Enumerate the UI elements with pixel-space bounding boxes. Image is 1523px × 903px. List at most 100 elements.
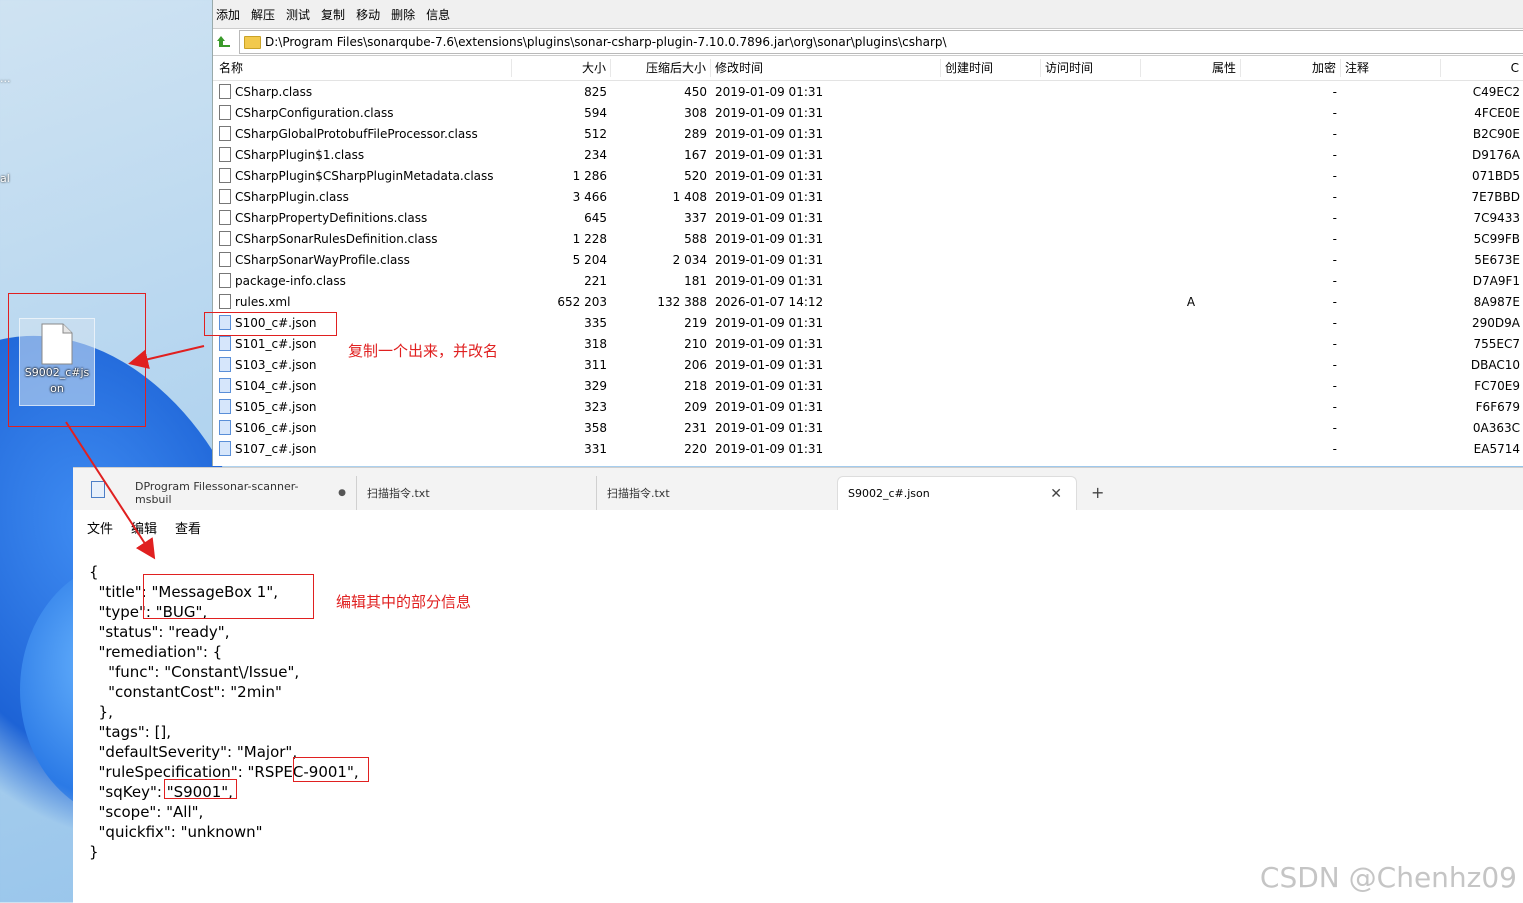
table-row[interactable]: CSharpSonarWayProfile.class 5 204 2 034 201…: [213, 249, 1523, 270]
cell-name: S107_c#.json: [213, 441, 512, 456]
toolbar-info-button[interactable]: 信息: [426, 6, 450, 28]
file-name: S106_c#.json: [235, 420, 317, 435]
toolbar-test-button[interactable]: 测试: [286, 6, 310, 28]
col-modified[interactable]: 修改时间: [711, 59, 941, 77]
table-row[interactable]: CSharpConfiguration.class 594 308 2019-01-0…: [213, 102, 1523, 123]
cell-name: CSharpSonarRulesDefinition.class: [213, 231, 512, 246]
cell-crc: 8A987E: [1473, 294, 1520, 309]
tab-scan-commands-2[interactable]: 扫描指令.txt: [597, 476, 837, 510]
file-icon: [219, 168, 231, 183]
table-row[interactable]: S105_c#.json 323 209 2019-01-09 01:31 - F6F67…: [213, 396, 1523, 417]
cell-packed-size: 2 034: [672, 252, 707, 267]
table-row[interactable]: S100_c#.json 335 219 2019-01-09 01:31-290D9…: [213, 312, 1523, 333]
cell-modified: 2019-01-09 01:31: [715, 252, 824, 267]
cell-crc: 5E673E: [1474, 252, 1520, 267]
file-list: CSharp.class 825 450 2019-01-09 01:31 - C49EC…: [213, 81, 1523, 459]
up-folder-icon[interactable]: [213, 31, 235, 53]
path-field[interactable]: D:\Program Files\sonarqube-7.6\extension…: [239, 30, 1523, 54]
cell-size: 1 286: [572, 168, 607, 183]
table-row[interactable]: CSharp.class 825 450 2019-01-09 01:31 - C49EC…: [213, 81, 1523, 102]
cell-crc: FC70E9: [1474, 378, 1520, 393]
toolbar-extract-button[interactable]: 解压: [251, 6, 275, 28]
col-size[interactable]: 大小: [512, 59, 611, 77]
cell-encrypted: -: [1332, 441, 1337, 456]
file-name: S105_c#.json: [235, 399, 317, 414]
annotation-box-rspec: [293, 757, 369, 782]
cell-modified: 2026-01-07 14:12: [715, 294, 824, 309]
col-attributes[interactable]: 属性: [1141, 59, 1241, 77]
file-name: CSharpPlugin$CSharpPluginMetadata.class: [235, 168, 494, 183]
cell-encrypted: -: [1332, 147, 1337, 162]
cell-name: CSharp.class: [213, 84, 512, 99]
col-name[interactable]: 名称: [213, 59, 512, 77]
cell-crc: 071BD5: [1471, 168, 1520, 183]
notepad-window: DProgram Filessonar-scanner-msbuil ● 扫描指…: [73, 467, 1523, 903]
table-row[interactable]: CSharpGlobalProtobufFileProcessor.class 5…: [213, 123, 1523, 144]
cell-size: 825: [584, 84, 607, 99]
cell-modified: 2019-01-09 01:31: [715, 378, 824, 393]
table-row[interactable]: package-info.class 221 181 2019-01-09 01:31…: [213, 270, 1523, 291]
file-icon: [219, 294, 231, 309]
file-icon: [219, 147, 231, 162]
tab-scan-commands-1[interactable]: 扫描指令.txt: [357, 476, 597, 510]
menu-file[interactable]: 文件: [87, 518, 113, 537]
col-packed-size[interactable]: 压缩后大小: [611, 59, 711, 77]
file-name: S103_c#.json: [235, 357, 317, 372]
column-headers: 名称 大小 压缩后大小 修改时间 创建时间 访问时间 属性 加密 注释 C: [213, 56, 1523, 81]
cell-modified: 2019-01-09 01:31: [715, 399, 824, 414]
col-encrypted[interactable]: 加密: [1241, 59, 1341, 77]
cell-attributes: A: [1186, 294, 1196, 309]
cell-modified: 2019-01-09 01:31: [715, 147, 824, 162]
cell-modified: 2019-01-09 01:31: [715, 84, 824, 99]
table-row[interactable]: rules.xml 652 203 132 388 2026-01-07 14:12 A…: [213, 291, 1523, 312]
table-row[interactable]: CSharpPlugin$1.class 234 167 2019-01-09 01:…: [213, 144, 1523, 165]
table-row[interactable]: S107_c#.json 331 220 2019-01-09 01:31 - EA571…: [213, 438, 1523, 459]
close-tab-icon[interactable]: ✕: [1050, 486, 1062, 502]
toolbar-copy-button[interactable]: 复制: [321, 6, 345, 28]
table-row[interactable]: S106_c#.json 358 231 2019-01-09 01:31 - 0A363…: [213, 417, 1523, 438]
col-crc[interactable]: C: [1441, 59, 1523, 77]
table-row[interactable]: CSharpPropertyDefinitions.class 645 337 201…: [213, 207, 1523, 228]
toolbar-delete-button[interactable]: 删除: [391, 6, 415, 28]
file-icon: [219, 357, 231, 372]
cell-crc: C49EC2: [1472, 84, 1520, 99]
file-icon: [219, 273, 231, 288]
tab-s9002-json[interactable]: S9002_c#.json ✕: [837, 476, 1077, 510]
annotation-box-s100: [204, 312, 337, 336]
table-row[interactable]: S104_c#.json 329 218 2019-01-09 01:31 - FC70E…: [213, 375, 1523, 396]
cell-encrypted: -: [1332, 126, 1337, 141]
cell-encrypted: -: [1332, 189, 1337, 204]
table-row[interactable]: CSharpPlugin.class 3 466 1 408 2019-01-09 0…: [213, 186, 1523, 207]
col-comment[interactable]: 注释: [1341, 59, 1441, 77]
cell-crc: 7E7BBD: [1471, 189, 1520, 204]
cell-modified: 2019-01-09 01:31: [715, 420, 824, 435]
file-icon: [219, 420, 231, 435]
file-icon: [219, 84, 231, 99]
col-accessed[interactable]: 访问时间: [1041, 59, 1141, 77]
toolbar-add-button[interactable]: 添加: [216, 6, 240, 28]
file-name: CSharp.class: [235, 84, 313, 99]
tab-scanner-path[interactable]: DProgram Filessonar-scanner-msbuil ●: [125, 476, 357, 510]
tab-label: 扫描指令.txt: [367, 487, 430, 500]
table-row[interactable]: CSharpPlugin$CSharpPluginMetadata.class 1…: [213, 165, 1523, 186]
cell-name: package-info.class: [213, 273, 512, 288]
cell-crc: DBAC10: [1470, 357, 1520, 372]
toolbar-move-button[interactable]: 移动: [356, 6, 380, 28]
cell-crc: 4FCE0E: [1474, 105, 1520, 120]
new-tab-button[interactable]: +: [1091, 483, 1104, 502]
menu-edit[interactable]: 编辑: [131, 518, 157, 537]
path-text: D:\Program Files\sonarqube-7.6\extension…: [265, 35, 947, 49]
file-name: S104_c#.json: [235, 378, 317, 393]
cell-encrypted: -: [1332, 84, 1337, 99]
cell-name: CSharpPlugin$CSharpPluginMetadata.class: [213, 168, 512, 183]
watermark: CSDN @Chenhz09: [1259, 861, 1517, 894]
table-row[interactable]: CSharpSonarRulesDefinition.class 1 228 588…: [213, 228, 1523, 249]
cell-encrypted: -: [1332, 357, 1337, 372]
file-name: CSharpSonarWayProfile.class: [235, 252, 410, 267]
cell-encrypted: -: [1332, 315, 1337, 330]
file-name: CSharpSonarRulesDefinition.class: [235, 231, 438, 246]
cell-encrypted: -: [1332, 231, 1337, 246]
file-name: S107_c#.json: [235, 441, 317, 456]
menu-view[interactable]: 查看: [175, 518, 201, 537]
col-created[interactable]: 创建时间: [941, 59, 1041, 77]
